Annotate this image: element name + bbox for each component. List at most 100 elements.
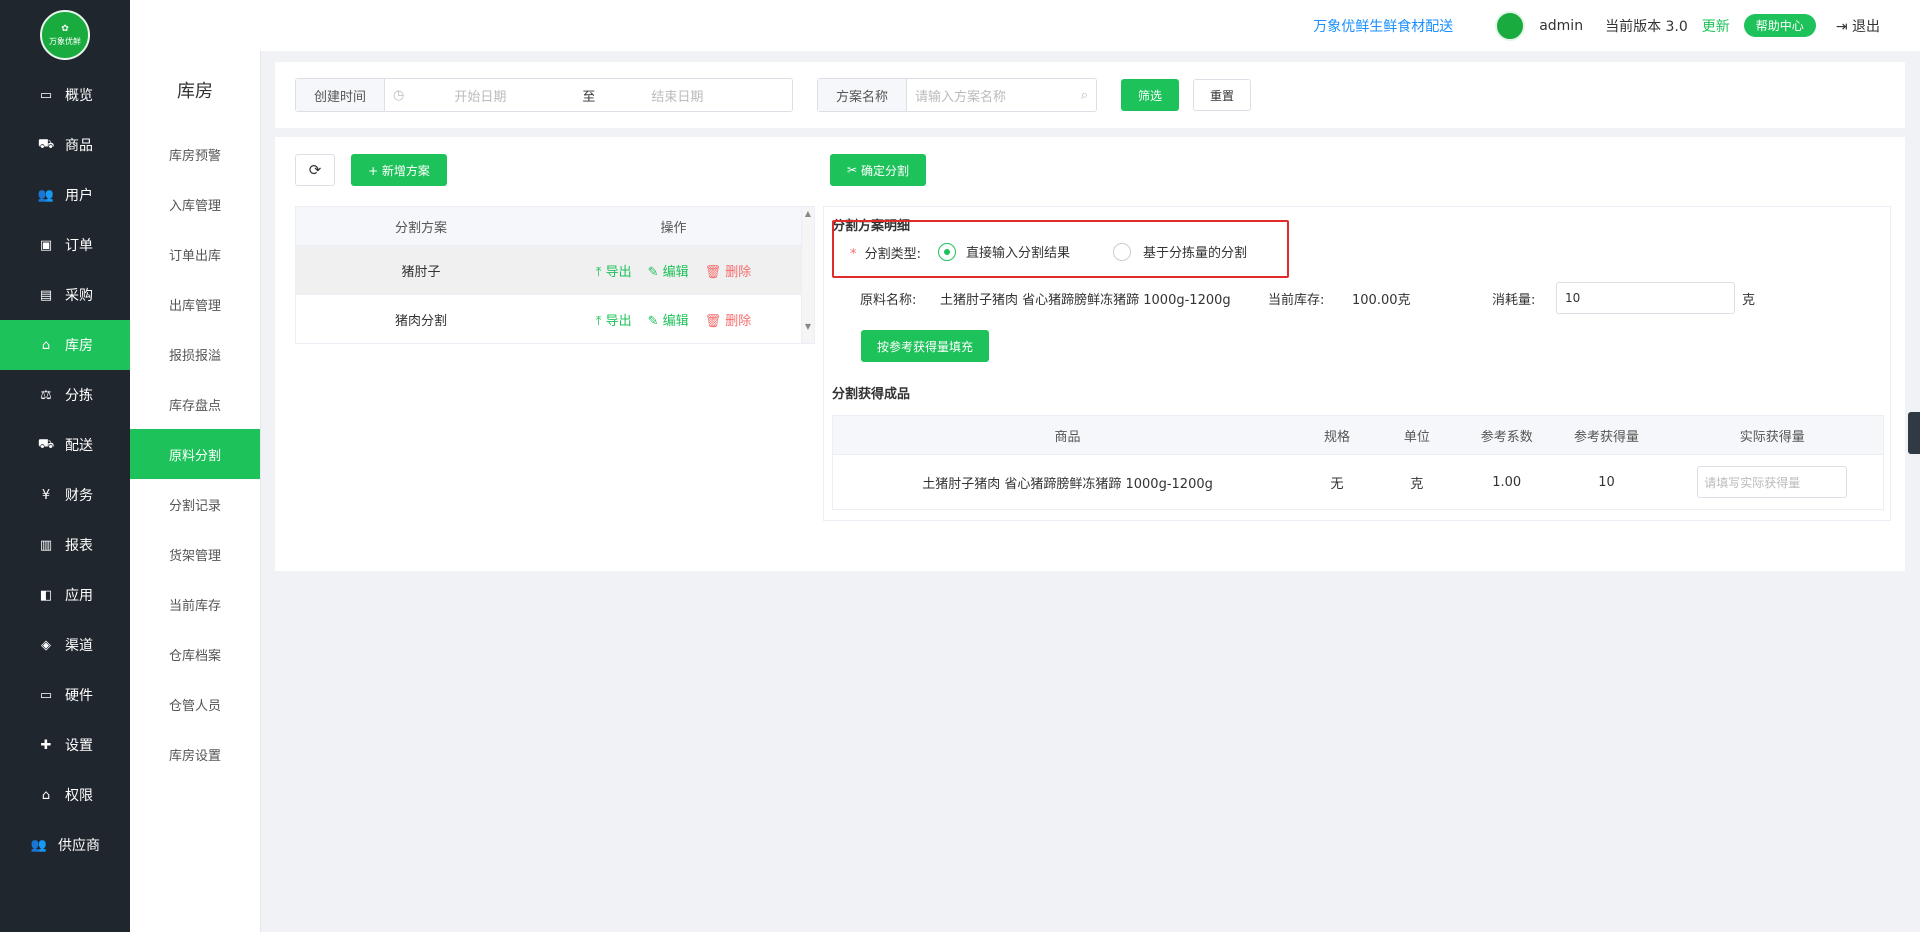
- nav-item-5[interactable]: ⌂ 库房: [0, 320, 130, 370]
- plan-name-label: 方案名称: [818, 79, 908, 111]
- nav-item-10[interactable]: ◧ 应用: [0, 570, 130, 620]
- created-time-filter: 创建时间 ◷ 开始日期 至 结束日期: [295, 78, 793, 112]
- sub-nav-item[interactable]: 仓管人员: [130, 679, 260, 729]
- radio-sorting[interactable]: 基于分拣量的分割: [1113, 242, 1247, 261]
- avatar[interactable]: [1495, 10, 1526, 41]
- plan-name-input[interactable]: 请输入方案名称 ⌕: [907, 79, 1096, 111]
- date-range-input[interactable]: ◷ 开始日期 至 结束日期: [385, 79, 792, 111]
- help-center-button[interactable]: 帮助中心: [1743, 14, 1816, 37]
- actual-amount-input[interactable]: 请填写实际获得量: [1697, 466, 1848, 498]
- radio-sorting-dot[interactable]: [1113, 242, 1131, 261]
- brand-link[interactable]: 万象优鲜生鲜食材配送: [1313, 16, 1453, 36]
- side-drawer-handle[interactable]: [1908, 412, 1920, 454]
- nav-item-13[interactable]: ✚ 设置: [0, 720, 130, 770]
- material-value: 土猪肘子猪肉 省心猪蹄膀鲜冻猪蹄 1000g-1200g: [940, 293, 1231, 308]
- sub-nav-item[interactable]: 出库管理: [130, 279, 260, 329]
- sub-nav-item[interactable]: 库存盘点: [130, 379, 260, 429]
- search-icon: ⌕: [1080, 87, 1088, 103]
- bank-icon: ⌂: [41, 787, 51, 803]
- home-icon: ⌂: [41, 337, 51, 353]
- edit-link[interactable]: ✎ 编辑: [648, 261, 689, 280]
- logout-label: 退出: [1852, 18, 1880, 35]
- nav-item-12[interactable]: ▭ 硬件: [0, 670, 130, 720]
- nav-item-label: 库房: [65, 338, 93, 354]
- scale-icon: ⚖: [40, 387, 52, 403]
- yen-icon: ¥: [41, 487, 51, 503]
- nav-item-label: 采购: [65, 288, 93, 304]
- col-ops-header: 操作: [660, 220, 687, 236]
- apps-icon: ◧: [39, 587, 53, 603]
- sub-nav-item[interactable]: 库房设置: [130, 729, 260, 779]
- delete-link[interactable]: 🗑 删除: [705, 310, 752, 329]
- delete-link[interactable]: 🗑 删除: [705, 261, 752, 280]
- fill-by-reference-button[interactable]: 按参考获得量填充: [861, 330, 989, 362]
- sub-nav-item[interactable]: 原料分割: [130, 429, 260, 479]
- export-link[interactable]: ⤒ 导出: [596, 310, 632, 329]
- sub-nav-item[interactable]: 仓库档案: [130, 629, 260, 679]
- sub-nav-item[interactable]: 货架管理: [130, 529, 260, 579]
- col-unit: 单位: [1403, 429, 1430, 445]
- table-row[interactable]: 猪肘子 ⤒ 导出 ✎ 编辑 🗑 删除: [296, 245, 801, 294]
- export-label: 导出: [605, 313, 632, 329]
- nav-item-11[interactable]: ◈ 渠道: [0, 620, 130, 670]
- consume-input[interactable]: 10: [1556, 282, 1735, 314]
- monitor-icon: ▭: [39, 87, 53, 103]
- start-date-input[interactable]: 开始日期: [454, 86, 564, 105]
- nav-item-3[interactable]: ▣ 订单: [0, 220, 130, 270]
- nav-item-label: 财务: [65, 488, 93, 504]
- sub-nav-item[interactable]: 分割记录: [130, 479, 260, 529]
- nav-item-0[interactable]: ▭ 概览: [0, 70, 130, 120]
- split-type-row: * 分割类型:: [850, 243, 921, 262]
- filter-button[interactable]: 筛选: [1121, 79, 1179, 111]
- username[interactable]: admin: [1539, 18, 1583, 34]
- cart-icon: ⛟: [37, 136, 55, 152]
- pencil-icon: ✎: [647, 264, 663, 280]
- consume-unit: 克: [1742, 293, 1756, 308]
- plan-table-scrollbar[interactable]: ▲ ▼: [801, 207, 814, 343]
- update-link[interactable]: 更新: [1702, 16, 1730, 36]
- nav-item-7[interactable]: ⛟ 配送: [0, 420, 130, 470]
- table-row[interactable]: 猪肉分割 ⤒ 导出 ✎ 编辑 🗑 删除: [296, 294, 801, 343]
- refresh-button[interactable]: ⟳: [295, 154, 335, 186]
- table-row: 土猪肘子猪肉 省心猪蹄膀鲜冻猪蹄 1000g-1200g 无 克 1.00 10…: [833, 454, 1883, 509]
- cell-coef: 1.00: [1492, 474, 1522, 490]
- reset-button[interactable]: 重置: [1193, 79, 1251, 111]
- nav-item-2[interactable]: 👥 用户: [0, 170, 130, 220]
- sub-nav-item[interactable]: 订单出库: [130, 229, 260, 279]
- radio-direct[interactable]: 直接输入分割结果: [938, 242, 1070, 261]
- export-label: 导出: [605, 264, 632, 280]
- nav-item-6[interactable]: ⚖ 分拣: [0, 370, 130, 420]
- logout-link[interactable]: ⇥ 退出: [1836, 16, 1880, 36]
- sub-sidebar: 库房 库房预警 入库管理 订单出库 出库管理 报损报溢 库存盘点 原料分割 分割记录 货架管理当…: [130, 51, 261, 932]
- nav-item-9[interactable]: ▥ 报表: [0, 520, 130, 570]
- result-table: 商品 规格 单位 参考系数 参考获得量 实际获得量 土猪肘子猪肉 省心猪蹄膀鲜冻…: [832, 415, 1884, 510]
- add-plan-button[interactable]: + 新增方案: [351, 154, 447, 186]
- nav-item-4[interactable]: ▤ 采购: [0, 270, 130, 320]
- trash-icon: 🗑: [704, 313, 726, 329]
- nav-item-8[interactable]: ¥ 财务: [0, 470, 130, 520]
- version-label: 当前版本 3.0: [1605, 18, 1688, 35]
- scroll-down-icon: ▼: [804, 322, 812, 331]
- nav-item-label: 渠道: [65, 638, 93, 654]
- end-date-input[interactable]: 结束日期: [651, 86, 703, 105]
- nav-list: ▭ 概览 ⛟ 商品 👥 用户 ▣ 订单 ▤ 采购 ⌂ 库房 ⚖ 分拣 ⛟ 配送 ¥ 财务 ▥ 报表 ◧ 应用 ◈ 渠道 ▭ 硬件 ✚…: [0, 70, 130, 870]
- nav-item-14[interactable]: ⌂ 权限: [0, 770, 130, 820]
- sub-nav-item[interactable]: 库房预警: [130, 129, 260, 179]
- export-link[interactable]: ⤒ 导出: [596, 261, 632, 280]
- confirm-split-button[interactable]: ✂ 确定分割: [830, 154, 926, 186]
- radio-direct-dot[interactable]: [938, 242, 956, 261]
- sub-nav-item[interactable]: 入库管理: [130, 179, 260, 229]
- edit-link[interactable]: ✎ 编辑: [648, 310, 689, 329]
- nav-item-1[interactable]: ⛟ 商品: [0, 120, 130, 170]
- logo-icon: ✿: [61, 23, 69, 34]
- nav-item-label: 报表: [65, 538, 93, 554]
- col-ref: 参考获得量: [1574, 429, 1640, 445]
- nav-item-15[interactable]: 👥 供应商: [0, 820, 130, 870]
- plan-name: 猪肘子: [401, 264, 441, 280]
- logo[interactable]: ✿ 万象优鲜: [0, 0, 130, 70]
- sub-nav-item[interactable]: 报损报溢: [130, 329, 260, 379]
- delete-label: 删除: [725, 313, 752, 329]
- stock-value: 100.00克: [1352, 293, 1411, 308]
- sub-nav-item[interactable]: 当前库存: [130, 579, 260, 629]
- radio-direct-label: 直接输入分割结果: [966, 246, 1071, 261]
